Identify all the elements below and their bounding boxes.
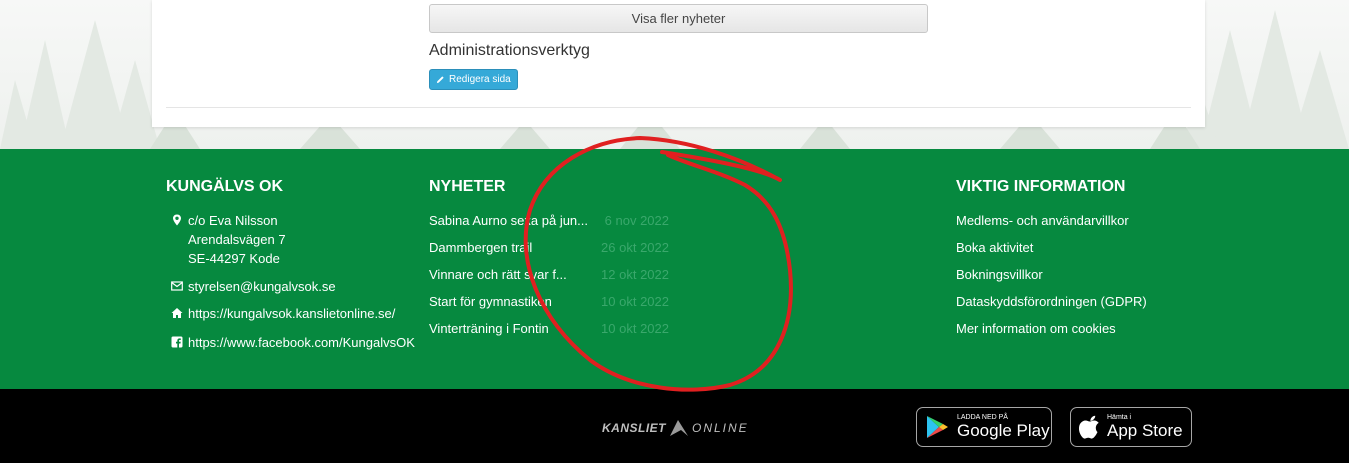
info-heading: VIKTIG INFORMATION	[956, 178, 1126, 195]
news-item[interactable]: Dammbergen trail 26 okt 2022	[429, 240, 669, 255]
google-play-big-text: Google Play	[957, 421, 1050, 440]
edit-page-label: Redigera sida	[449, 74, 511, 85]
news-item-title: Vinnare och rätt svar f...	[429, 267, 567, 282]
news-item[interactable]: Start för gymnastiken 10 okt 2022	[429, 294, 669, 309]
address-line-1: c/o Eva Nilsson	[188, 213, 278, 228]
divider	[166, 107, 1191, 108]
news-item-date: 10 okt 2022	[601, 321, 669, 336]
footer: KUNGÄLVS OK c/o Eva Nilsson Arendalsväge…	[0, 149, 1349, 389]
website-link[interactable]: https://kungalvsok.kanslietonline.se/	[166, 304, 395, 323]
cookies-link[interactable]: Mer information om cookies	[956, 321, 1116, 336]
email-text: styrelsen@kungalvsok.se	[188, 279, 336, 294]
address-line-3: SE-44297 Kode	[188, 251, 280, 266]
news-item-date: 10 okt 2022	[601, 294, 669, 309]
logo-text-2: ONLINE	[692, 421, 749, 435]
content-card: Visa fler nyheter Administrationsverktyg…	[152, 0, 1205, 127]
news-item[interactable]: Vinterträning i Fontin 10 okt 2022	[429, 321, 669, 336]
edit-page-button[interactable]: Redigera sida	[429, 69, 518, 90]
apple-icon	[1079, 415, 1099, 439]
news-item-date: 6 nov 2022	[604, 213, 669, 228]
map-marker-icon	[173, 214, 181, 226]
club-heading: KUNGÄLVS OK	[166, 178, 284, 195]
logo-text-1: KANSLIET	[602, 421, 666, 435]
email-link[interactable]: styrelsen@kungalvsok.se	[166, 277, 336, 296]
google-play-icon	[927, 416, 948, 438]
news-item-title: Dammbergen trail	[429, 240, 533, 255]
facebook-link[interactable]: https://www.facebook.com/KungalvsOK	[166, 333, 415, 352]
news-item-date: 26 okt 2022	[601, 240, 669, 255]
address: c/o Eva Nilsson Arendalsvägen 7 SE-44297…	[166, 211, 286, 268]
website-text: https://kungalvsok.kanslietonline.se/	[188, 306, 396, 321]
page-background: Visa fler nyheter Administrationsverktyg…	[0, 0, 1349, 149]
app-store-badge[interactable]: Hämta i App Store	[1070, 407, 1192, 447]
admin-tools-heading: Administrationsverktyg	[429, 42, 590, 59]
booking-terms-link[interactable]: Bokningsvillkor	[956, 267, 1043, 282]
news-item-title: Sabina Aurno sexa på jun...	[429, 213, 589, 228]
logo-arrow-icon	[670, 420, 688, 436]
news-item[interactable]: Sabina Aurno sexa på jun... 6 nov 2022	[429, 213, 669, 228]
facebook-text: https://www.facebook.com/KungalvsOK	[188, 335, 415, 350]
bottom-bar: KANSLIET ONLINE LADDA NED PÅ Google Play…	[0, 389, 1349, 463]
google-play-badge[interactable]: LADDA NED PÅ Google Play	[916, 407, 1052, 447]
gdpr-link[interactable]: Dataskyddsförordningen (GDPR)	[956, 294, 1147, 309]
pencil-icon	[436, 76, 444, 84]
book-activity-link[interactable]: Boka aktivitet	[956, 240, 1033, 255]
envelope-icon	[171, 281, 183, 291]
news-item-title: Vinterträning i Fontin	[429, 321, 549, 336]
news-item[interactable]: Vinnare och rätt svar f... 12 okt 2022	[429, 267, 669, 282]
news-heading: NYHETER	[429, 178, 506, 195]
facebook-icon	[171, 336, 183, 348]
terms-link[interactable]: Medlems- och användarvillkor	[956, 213, 1129, 228]
news-item-title: Start för gymnastiken	[429, 294, 552, 309]
show-more-news-button[interactable]: Visa fler nyheter	[429, 4, 928, 33]
news-item-date: 12 okt 2022	[601, 267, 669, 282]
home-icon	[171, 308, 183, 318]
kansliet-online-logo[interactable]: KANSLIET ONLINE	[602, 418, 749, 438]
app-store-big-text: App Store	[1107, 421, 1183, 440]
address-line-2: Arendalsvägen 7	[188, 232, 286, 247]
